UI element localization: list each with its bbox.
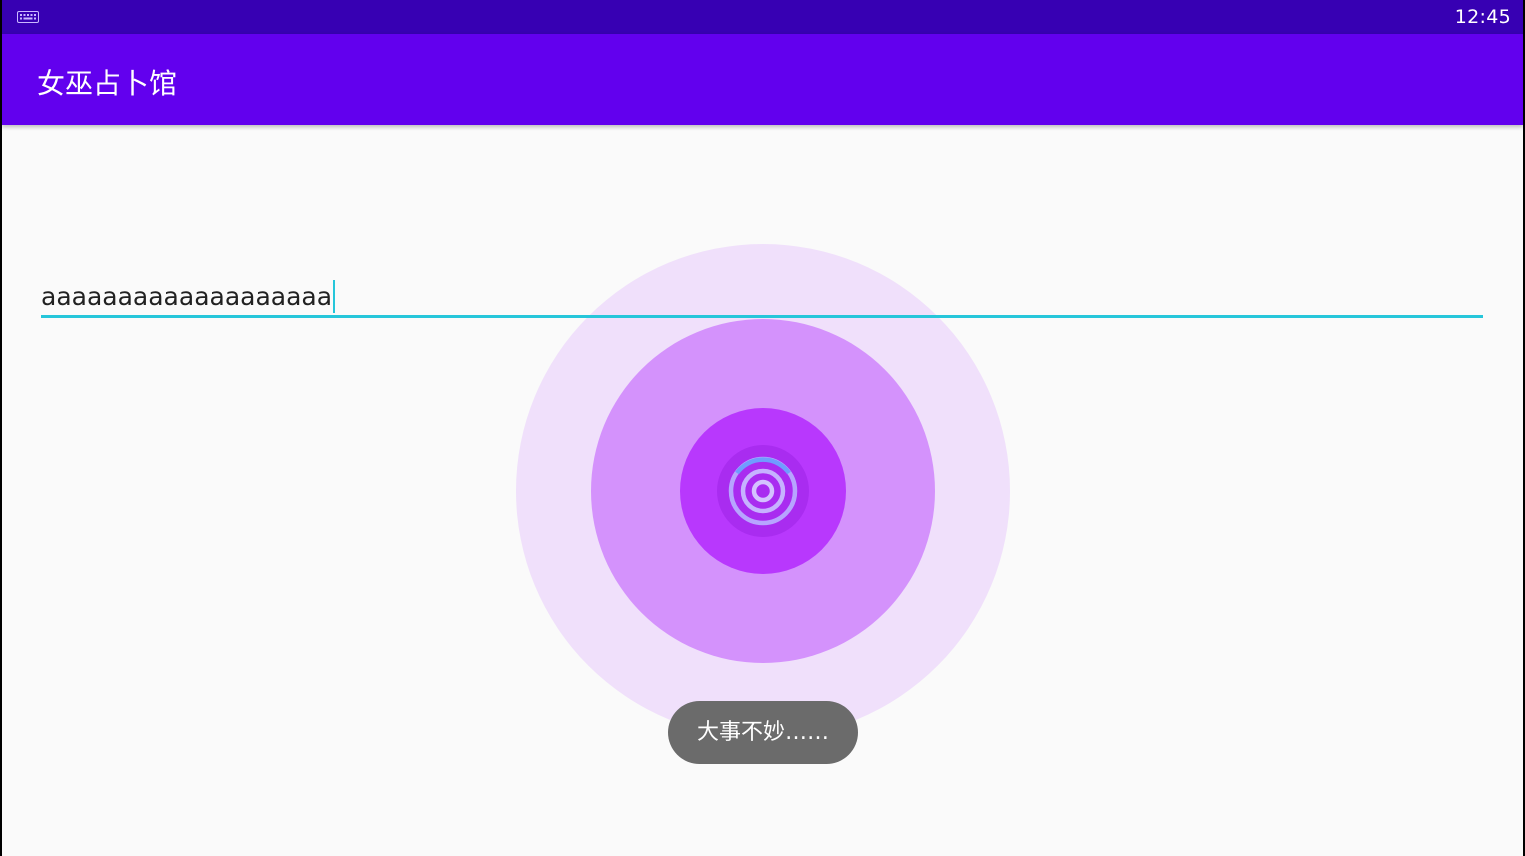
app-bar: 女巫占卜馆 — [2, 34, 1523, 125]
app-title: 女巫占卜馆 — [37, 67, 178, 100]
text-input-value[interactable]: aaaaaaaaaaaaaaaaaaa — [41, 280, 336, 313]
app-screen: 12:45 女巫占卜馆 aaaaaaaaaaaaaaaaaaa 大事不妙…… — [2, 0, 1523, 856]
text-input-field[interactable]: aaaaaaaaaaaaaaaaaaa — [41, 276, 1483, 318]
toast-message: 大事不妙…… — [668, 701, 858, 764]
text-input-underline — [41, 315, 1483, 318]
keyboard-icon — [17, 11, 39, 23]
text-input-text: aaaaaaaaaaaaaaaaaaa — [41, 282, 333, 311]
text-cursor — [333, 280, 336, 313]
status-clock: 12:45 — [1454, 6, 1511, 28]
status-bar: 12:45 — [2, 0, 1523, 34]
